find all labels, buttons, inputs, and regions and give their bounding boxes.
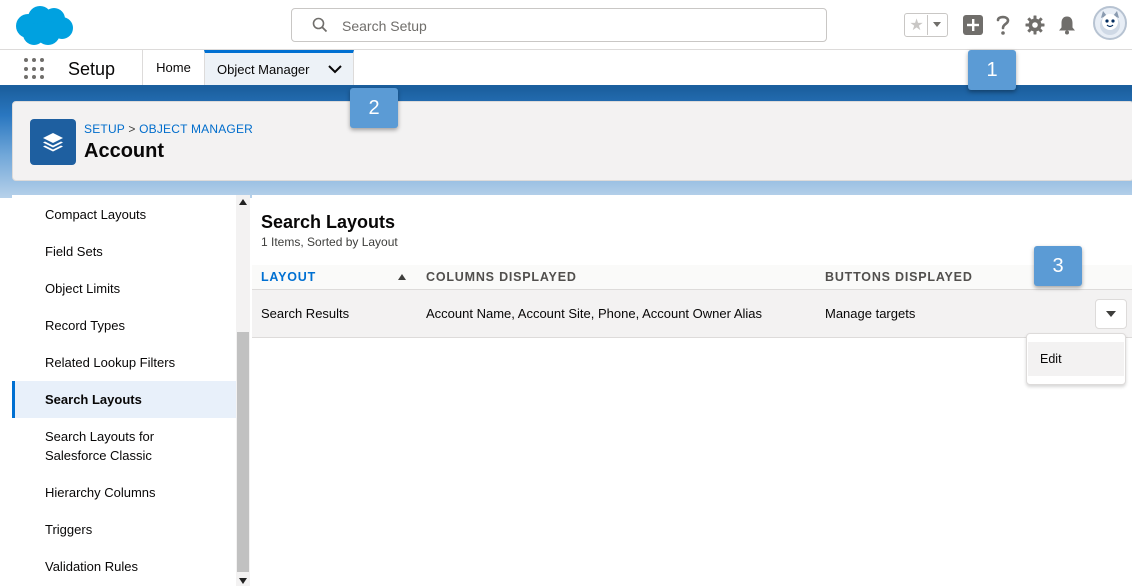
search-setup-box[interactable] xyxy=(291,8,827,42)
column-header-buttons-displayed[interactable]: BUTTONS DISPLAYED xyxy=(825,270,973,284)
favorites-star-icon[interactable]: ★ xyxy=(906,15,928,35)
sidebar-item-label: Compact Layouts xyxy=(45,207,147,222)
object-page-header: SETUP > OBJECT MANAGER Account xyxy=(12,101,1132,181)
sidebar-item-hierarchy-columns[interactable]: Hierarchy Columns xyxy=(12,483,236,502)
sidebar-item-label: Object Limits xyxy=(45,281,121,296)
main-content: Search Layouts 1 Items, Sorted by Layout… xyxy=(252,195,1132,586)
sidebar-item-label: Field Sets xyxy=(45,244,103,259)
tab-home-label: Home xyxy=(156,60,191,75)
sidebar-item-validation-rules[interactable]: Validation Rules xyxy=(12,557,236,576)
sidebar-item-compact-layouts[interactable]: Compact Layouts xyxy=(12,205,236,224)
app-launcher-waffle-icon[interactable] xyxy=(24,58,46,80)
chevron-down-icon[interactable] xyxy=(327,62,343,76)
tab-object-manager[interactable]: Object Manager xyxy=(204,50,354,85)
scroll-down-arrow-icon[interactable] xyxy=(239,578,247,584)
sidebar-item-label: Search Layouts for Salesforce Classic xyxy=(45,429,155,463)
salesforce-logo[interactable] xyxy=(14,5,74,47)
user-avatar[interactable] xyxy=(1093,6,1127,40)
tab-home[interactable]: Home xyxy=(142,50,204,85)
table-row: Search Results Account Name, Account Sit… xyxy=(252,290,1132,338)
callout-number: 3 xyxy=(1052,254,1064,277)
table-header: LAYOUT COLUMNS DISPLAYED BUTTONS DISPLAY… xyxy=(252,265,1132,290)
sidebar-item-search-layouts[interactable]: Search Layouts xyxy=(12,381,236,418)
breadcrumb-object-manager-link[interactable]: OBJECT MANAGER xyxy=(139,122,253,136)
section-title: Search Layouts xyxy=(261,212,396,232)
callout-number: 1 xyxy=(986,58,998,81)
global-header: ★ xyxy=(0,0,1132,50)
callout-marker-1: 1 xyxy=(968,50,1016,90)
breadcrumb: SETUP > OBJECT MANAGER xyxy=(84,122,253,136)
sidebar-item-label: Triggers xyxy=(45,522,93,537)
sidebar-scrollbar[interactable] xyxy=(236,195,250,586)
app-name: Setup xyxy=(68,59,116,79)
column-header-layout[interactable]: LAYOUT xyxy=(261,270,316,284)
sidebar-item-related-lookup-filters[interactable]: Related Lookup Filters xyxy=(12,353,236,372)
scrollbar-thumb[interactable] xyxy=(237,332,249,572)
column-header-columns-displayed[interactable]: COLUMNS DISPLAYED xyxy=(426,270,577,284)
callout-number: 2 xyxy=(368,96,380,119)
page-title: Account xyxy=(84,140,164,162)
favorites-list-caret-icon[interactable] xyxy=(928,15,946,35)
cell-columns-displayed: Account Name, Account Site, Phone, Accou… xyxy=(426,306,763,321)
row-actions-dropdown: Edit xyxy=(1026,333,1126,385)
sidebar-item-object-limits[interactable]: Object Limits xyxy=(12,279,236,298)
sidebar-item-triggers[interactable]: Triggers xyxy=(12,520,236,539)
app-context-bar: Setup Home Object Manager xyxy=(0,50,1132,88)
search-icon xyxy=(312,17,328,33)
breadcrumb-setup-link[interactable]: SETUP xyxy=(84,122,125,136)
row-actions-button[interactable] xyxy=(1095,299,1127,329)
scroll-up-arrow-icon[interactable] xyxy=(239,199,247,205)
chevron-down-icon xyxy=(1106,311,1116,317)
menu-item-edit[interactable]: Edit xyxy=(1028,342,1124,376)
help-icon[interactable] xyxy=(992,14,1014,36)
layers-icon xyxy=(30,119,76,165)
sidebar-item-label: Record Types xyxy=(45,318,125,333)
notifications-bell-icon[interactable] xyxy=(1056,14,1078,36)
sidebar-item-label: Validation Rules xyxy=(45,559,138,574)
object-sidebar-nav: Compact Layouts Field Sets Object Limits… xyxy=(12,195,248,586)
sort-ascending-icon[interactable] xyxy=(398,274,406,280)
callout-marker-2: 2 xyxy=(350,88,398,128)
breadcrumb-separator: > xyxy=(128,122,136,136)
section-subtitle: 1 Items, Sorted by Layout xyxy=(261,235,398,249)
tab-object-manager-label: Object Manager xyxy=(217,62,310,77)
sidebar-item-search-layouts-classic[interactable]: Search Layouts for Salesforce Classic xyxy=(12,427,236,465)
cell-layout[interactable]: Search Results xyxy=(261,306,349,321)
callout-marker-3: 3 xyxy=(1034,246,1082,286)
cell-buttons-displayed: Manage targets xyxy=(825,306,916,321)
favorites-group: ★ xyxy=(904,13,948,37)
sidebar-item-label: Hierarchy Columns xyxy=(45,485,156,500)
sidebar-item-label: Search Layouts xyxy=(45,392,142,407)
sidebar-item-label: Related Lookup Filters xyxy=(45,355,176,370)
sidebar-item-record-types[interactable]: Record Types xyxy=(12,316,236,335)
sidebar-item-field-sets[interactable]: Field Sets xyxy=(12,242,236,261)
global-actions-add-icon[interactable] xyxy=(962,14,984,36)
setup-gear-icon[interactable] xyxy=(1024,14,1046,36)
search-setup-input[interactable] xyxy=(342,16,802,36)
